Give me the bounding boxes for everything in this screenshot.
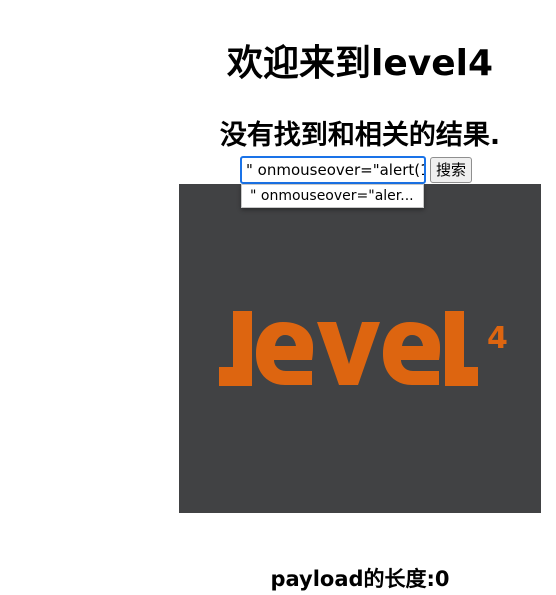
search-input[interactable]: " onmouseover="alert(1); — [240, 156, 426, 184]
logo-letter-e1 — [256, 322, 313, 385]
payload-length-label: payload的长度:0 — [270, 567, 450, 591]
logo-letter-l-foot — [219, 367, 252, 386]
logo-letter-e2 — [383, 322, 440, 385]
page-title: 欢迎来到level4 — [226, 43, 494, 85]
search-button[interactable]: 搜索 — [430, 157, 473, 183]
level4-logo-image: 4 — [179, 184, 541, 513]
autocomplete-suggestion[interactable]: " onmouseover="aler... — [250, 187, 420, 205]
level4-logo-graphic: 4 — [219, 311, 508, 386]
autocomplete-dropdown: " onmouseover="aler... — [241, 184, 424, 208]
level4-logo-letters — [219, 311, 478, 386]
search-input-value: " onmouseover="alert(1); — [246, 161, 426, 179]
logo-letter-v — [317, 322, 380, 385]
logo-letter-l2-foot — [445, 367, 478, 386]
logo-superscript-four: 4 — [487, 321, 508, 356]
search-result-message: 没有找到和相关的结果. — [219, 120, 501, 152]
